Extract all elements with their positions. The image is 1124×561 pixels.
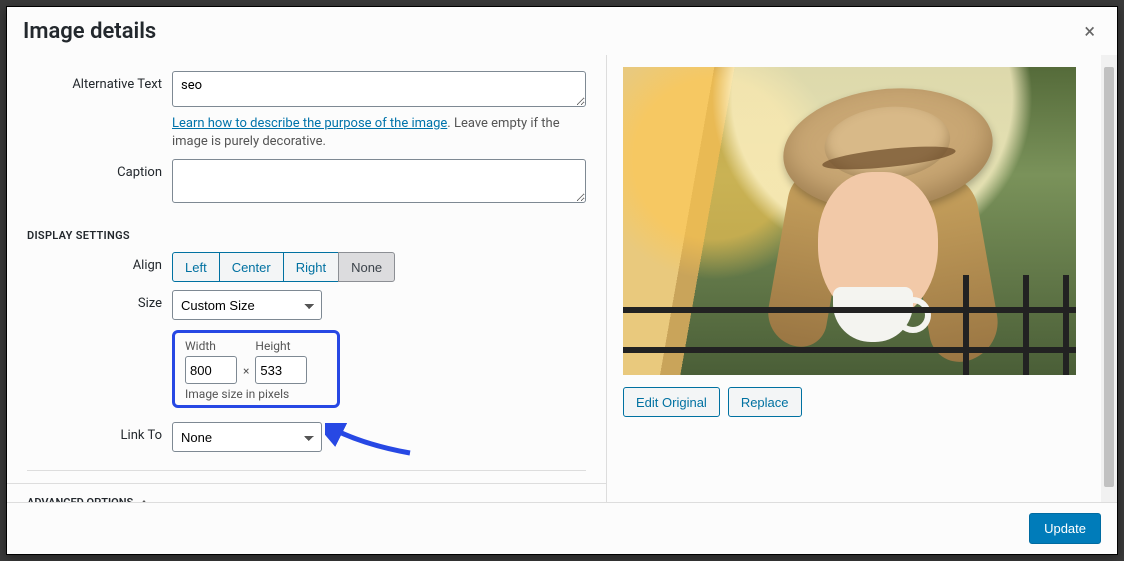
align-right-button[interactable]: Right [283,252,339,282]
link-to-select[interactable]: None [172,422,322,452]
advanced-options-toggle[interactable]: ADVANCED OPTIONS [7,483,606,502]
preview-actions: Edit Original Replace [623,387,1101,417]
alt-text-help-link[interactable]: Learn how to describe the purpose of the… [172,116,447,131]
size-row: Size Custom Size [7,286,606,324]
image-preview [623,67,1076,375]
align-center-button[interactable]: Center [219,252,284,282]
link-to-label: Link To [7,422,172,443]
alt-text-help: Learn how to describe the purpose of the… [172,115,586,151]
modal-header: Image details × [7,7,1117,55]
alt-text-input[interactable]: seo [172,71,586,107]
width-input[interactable] [185,356,237,384]
size-label: Size [7,290,172,311]
alt-text-row: Alternative Text seo Learn how to descri… [7,67,606,155]
times-glyph: × [237,346,255,378]
align-label: Align [7,252,172,273]
caption-row: Caption [7,155,606,211]
update-button[interactable]: Update [1029,513,1101,544]
close-icon[interactable]: × [1078,15,1101,47]
modal-footer: Update [7,502,1117,554]
section-divider [27,470,586,471]
image-details-modal: Image details × Alternative Text seo Lea… [6,6,1118,555]
advanced-options-label: ADVANCED OPTIONS [27,496,133,502]
caret-up-icon [139,500,149,502]
height-input[interactable] [255,356,307,384]
caption-label: Caption [7,159,172,180]
align-row: Align Left Center Right None [7,248,606,286]
size-hint: Image size in pixels [185,387,327,401]
edit-original-button[interactable]: Edit Original [623,387,720,417]
custom-size-box: Width × Height Image size in pixels [172,330,340,408]
link-to-row: Link To None [7,418,606,456]
settings-pane: Alternative Text seo Learn how to descri… [7,55,607,502]
width-label: Width [185,339,237,353]
align-left-button[interactable]: Left [172,252,220,282]
align-button-group: Left Center Right None [172,252,395,282]
scrollbar[interactable] [1101,55,1117,502]
display-settings-heading: DISPLAY SETTINGS [7,211,606,248]
preview-pane: Edit Original Replace [607,55,1117,502]
height-label: Height [255,339,307,353]
alt-text-label: Alternative Text [7,71,172,92]
align-none-button[interactable]: None [338,252,395,282]
size-select[interactable]: Custom Size [172,290,322,320]
replace-button[interactable]: Replace [728,387,802,417]
caption-input[interactable] [172,159,586,203]
modal-title: Image details [23,19,156,44]
modal-body: Alternative Text seo Learn how to descri… [7,55,1117,502]
